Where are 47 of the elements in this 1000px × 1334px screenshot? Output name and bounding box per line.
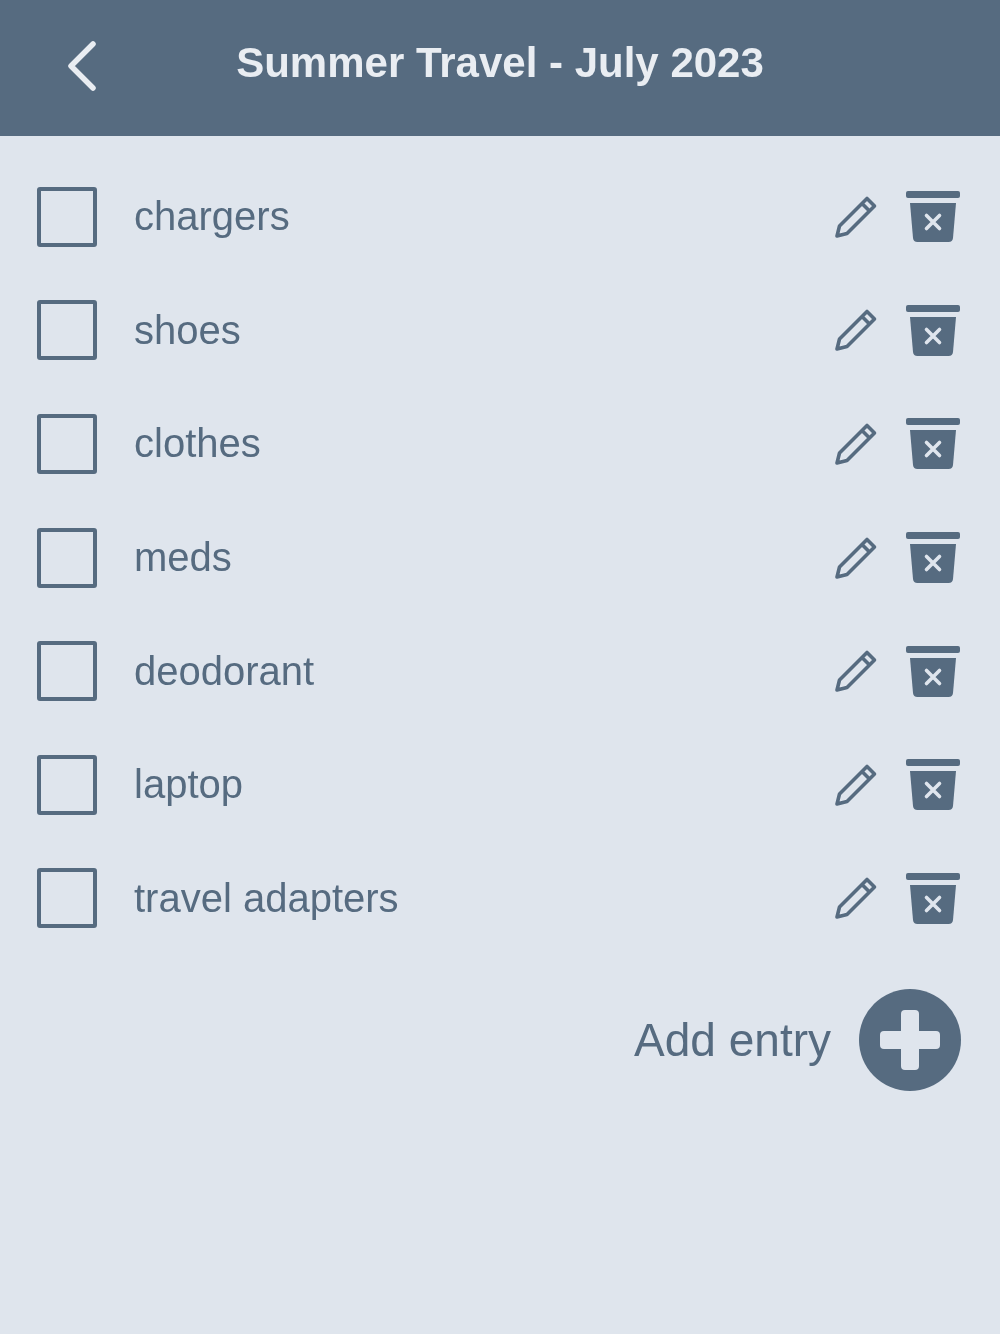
trash-icon: [906, 418, 960, 470]
trash-icon: [906, 304, 960, 356]
checkbox[interactable]: [37, 754, 97, 815]
checkbox[interactable]: [37, 641, 97, 702]
pencil-icon: [834, 308, 878, 353]
page-title: Summer Travel - July 2023: [236, 39, 764, 87]
back-button[interactable]: [66, 41, 98, 91]
delete-button[interactable]: [906, 645, 960, 697]
delete-button[interactable]: [906, 759, 960, 811]
pencil-icon: [834, 649, 878, 694]
back-icon: [66, 41, 98, 91]
pencil-icon: [834, 535, 878, 580]
delete-button[interactable]: [906, 191, 960, 243]
item-label: travel adapters: [134, 875, 400, 921]
delete-button[interactable]: [906, 872, 960, 924]
trash-icon: [906, 191, 960, 243]
delete-button[interactable]: [906, 304, 960, 356]
item-label: clothes: [134, 421, 262, 467]
checkbox[interactable]: [37, 300, 97, 361]
edit-button[interactable]: [834, 308, 878, 353]
trash-icon: [906, 645, 960, 697]
trash-icon: [906, 872, 960, 924]
plus-icon: [858, 988, 962, 1093]
checkbox[interactable]: [37, 868, 97, 929]
pencil-icon: [834, 422, 878, 466]
item-label: shoes: [134, 307, 242, 353]
checkbox[interactable]: [37, 527, 97, 588]
edit-button[interactable]: [834, 194, 878, 239]
pencil-icon: [834, 762, 878, 807]
edit-button[interactable]: [834, 762, 878, 807]
item-label: laptop: [134, 762, 244, 808]
item-label: deodorant: [134, 648, 316, 694]
edit-button[interactable]: [834, 649, 878, 694]
delete-button[interactable]: [906, 532, 960, 584]
pencil-icon: [834, 194, 878, 239]
delete-button[interactable]: [906, 418, 960, 470]
edit-button[interactable]: [834, 876, 878, 921]
trash-icon: [906, 759, 960, 811]
checkbox[interactable]: [37, 414, 97, 474]
add-entry-button[interactable]: Add entry: [634, 988, 962, 1093]
edit-button[interactable]: [834, 535, 878, 580]
pencil-icon: [834, 876, 878, 921]
item-label: meds: [134, 535, 233, 581]
item-label: chargers: [134, 194, 291, 240]
edit-button[interactable]: [834, 422, 878, 466]
trash-icon: [906, 532, 960, 584]
checkbox[interactable]: [37, 186, 97, 247]
